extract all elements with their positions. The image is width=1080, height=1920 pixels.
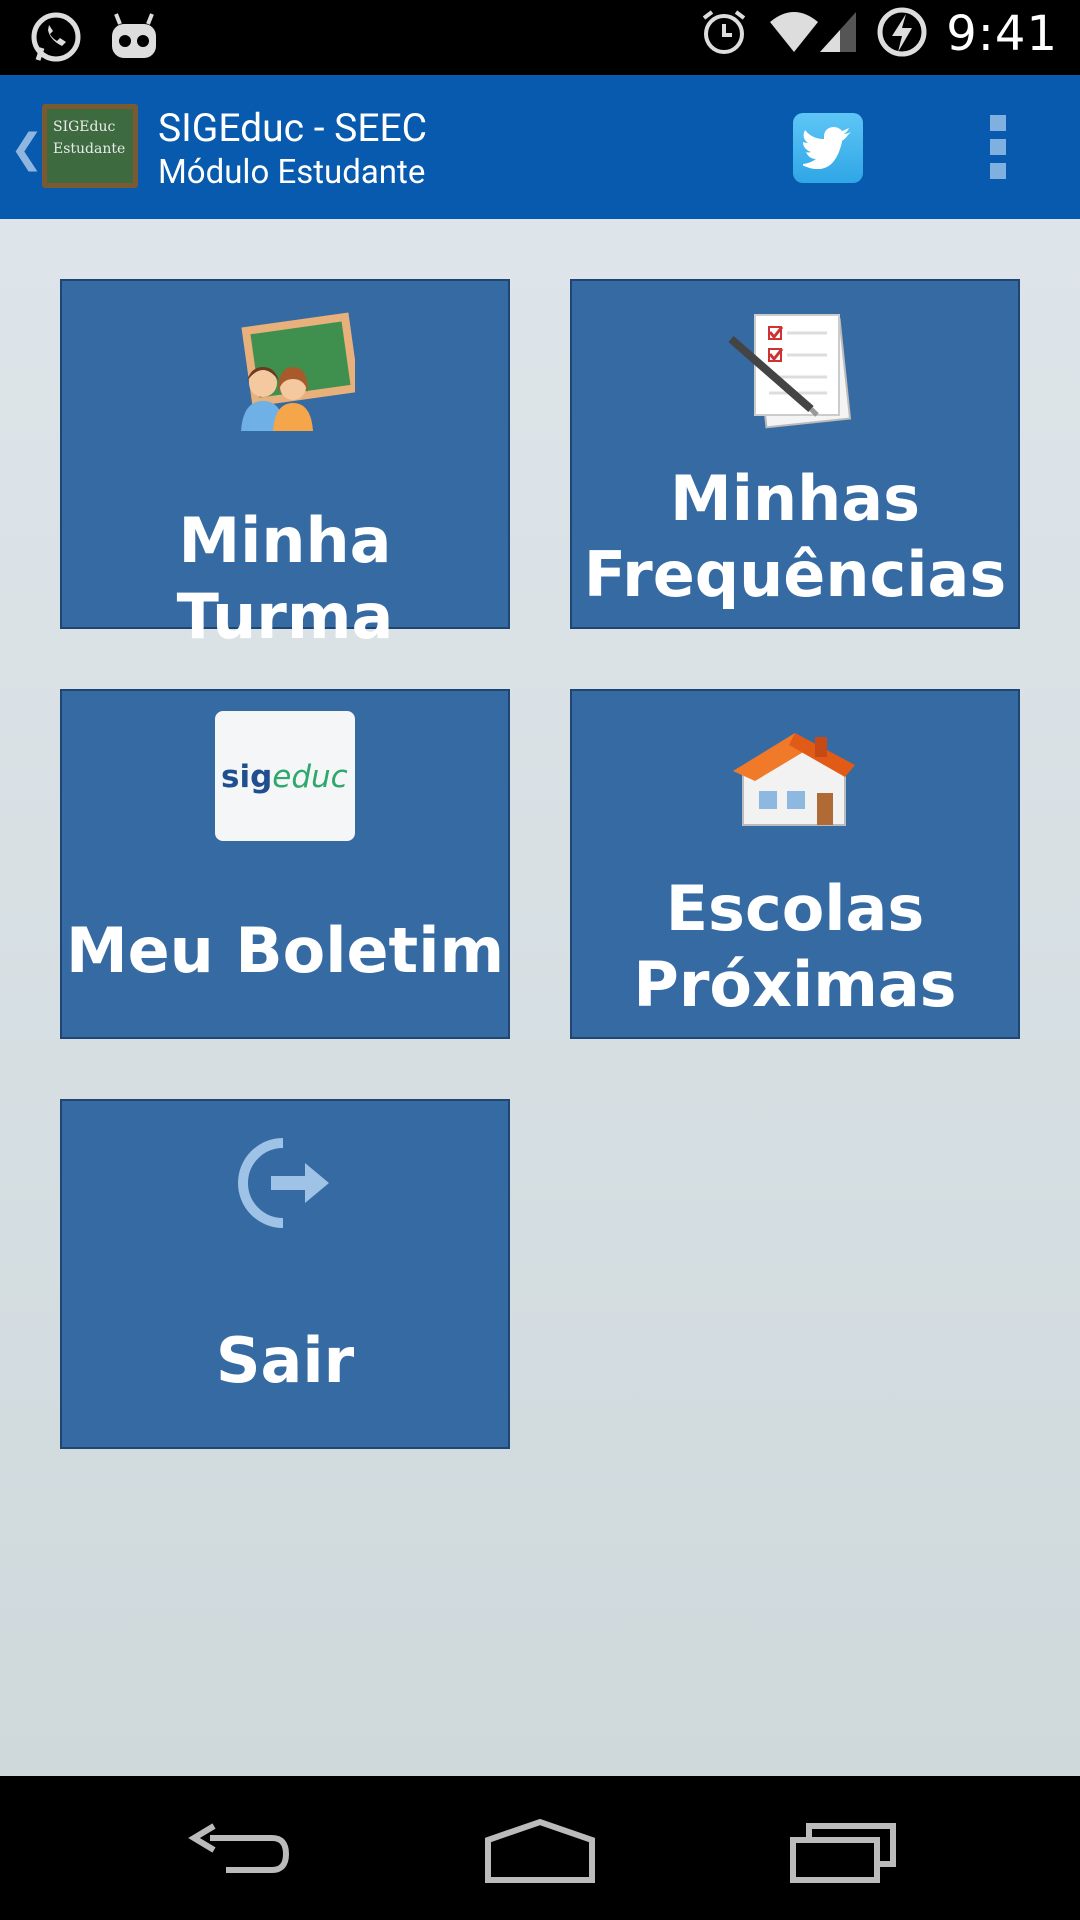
- recent-apps-button[interactable]: [785, 1816, 905, 1886]
- tile-sair[interactable]: Sair: [60, 1099, 510, 1449]
- up-chevron-icon[interactable]: ❮: [10, 125, 44, 172]
- tile-escolas-proximas[interactable]: Escolas Próximas: [570, 689, 1020, 1039]
- app-logo-text-2: Estudante: [53, 141, 126, 157]
- tile-meu-boletim[interactable]: sigeduc Meu Boletim: [60, 689, 510, 1039]
- tile-label-line-2: Próximas: [633, 948, 957, 1021]
- wifi-signal-icon: [768, 6, 858, 62]
- twitter-bird-icon: [803, 127, 851, 169]
- back-button[interactable]: [180, 1816, 300, 1886]
- twitter-button[interactable]: [793, 113, 863, 183]
- logo-text-sig: sig: [221, 759, 273, 795]
- app-logo[interactable]: SIGEduc Estudante: [42, 104, 138, 188]
- alarm-icon: [698, 6, 750, 62]
- clock: 9:41: [946, 6, 1058, 62]
- home-icon: [485, 1818, 595, 1883]
- app-bar: ❮ SIGEduc Estudante SIGEduc - SEEC Módul…: [0, 75, 1080, 219]
- tile-label-line-1: Escolas: [665, 872, 925, 945]
- logo-text-educ: educ: [272, 759, 348, 795]
- status-bar: 9:41: [0, 0, 1080, 75]
- tile-label: Meu Boletim: [65, 914, 505, 987]
- logout-icon: [215, 1123, 355, 1258]
- tile-minha-turma[interactable]: Minha Turma: [60, 279, 510, 653]
- home-button[interactable]: [480, 1816, 600, 1886]
- tile-label: Sair: [215, 1324, 355, 1397]
- app-subtitle: Módulo Estudante: [158, 153, 426, 192]
- checklist-pen-icon: [725, 303, 865, 438]
- school-house-icon: [725, 713, 865, 848]
- navigation-bar: [0, 1776, 1080, 1920]
- tile-label-line-2: Frequências: [583, 538, 1007, 611]
- back-arrow-icon: [188, 1823, 290, 1873]
- main-content: Minha Turma Minhas Frequências sigeduc M…: [0, 219, 1080, 1776]
- overflow-menu-button[interactable]: [986, 115, 1010, 179]
- android-robot-icon: [106, 10, 162, 70]
- app-title: SIGEduc - SEEC: [158, 105, 428, 151]
- tile-label-line-1: Minhas: [670, 462, 920, 535]
- app-logo-text-1: SIGEduc: [53, 119, 116, 135]
- tile-label: Minha Turma: [176, 504, 394, 653]
- recent-apps-icon: [790, 1823, 896, 1883]
- sigeduc-logo-icon: sigeduc: [215, 711, 355, 846]
- classroom-icon: [215, 303, 360, 438]
- tile-minhas-frequencias[interactable]: Minhas Frequências: [570, 279, 1020, 629]
- battery-charging-icon: [876, 6, 928, 62]
- whatsapp-icon: [28, 10, 84, 70]
